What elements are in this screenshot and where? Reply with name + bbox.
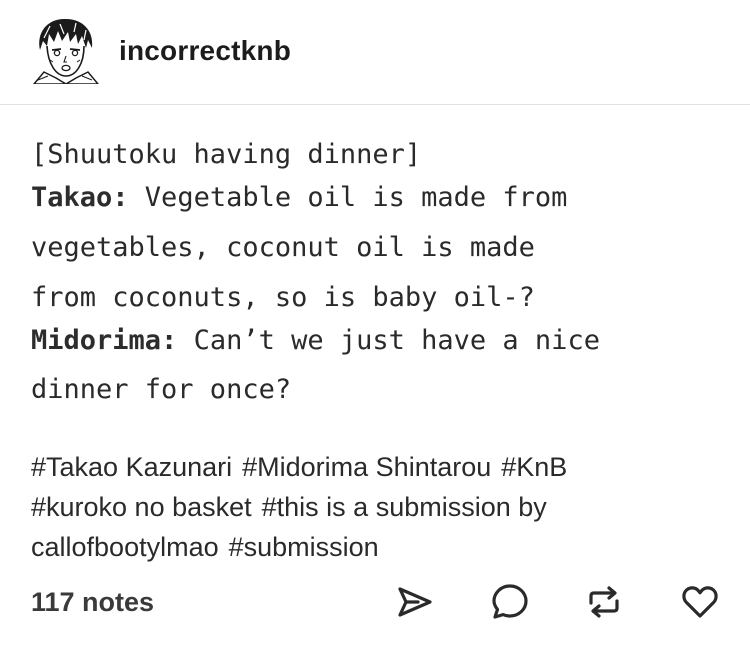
post-line: from coconuts, so is baby oil-? <box>31 281 535 315</box>
share-icon <box>398 587 432 617</box>
speaker-label: Takao: <box>31 182 129 213</box>
reblog-icon <box>589 586 619 618</box>
reply-button[interactable] <box>488 580 532 624</box>
manga-character-avatar-icon <box>30 14 100 84</box>
post-tags: #Takao Kazunari #Midorima Shintarou #KnB #… <box>31 447 731 567</box>
share-button[interactable] <box>392 580 436 624</box>
dialogue-text: [Shuutoku having dinner] <box>31 139 422 170</box>
speaker-label: Midorima: <box>31 325 178 356</box>
post-line: Midorima: Can’t we just have a nice <box>31 324 600 358</box>
post-line: Takao: Vegetable oil is made from <box>31 181 567 215</box>
tag-link[interactable]: #KnB <box>501 452 567 482</box>
tag-link[interactable]: #this is a submission by <box>262 492 547 522</box>
tag-row: #kuroko no basket #this is a submission b… <box>31 487 731 527</box>
tag-link[interactable]: #kuroko no basket <box>31 492 252 522</box>
like-icon <box>682 586 718 618</box>
tag-row: callofbootylmao #submission <box>31 527 731 567</box>
avatar[interactable] <box>30 14 100 84</box>
dialogue-text: Can’t we just have a nice <box>177 325 600 356</box>
dialogue-text: from coconuts, so is baby oil-? <box>31 282 535 313</box>
tag-link[interactable]: #submission <box>229 532 379 562</box>
dialogue-text: dinner for once? <box>31 374 292 405</box>
post-header: incorrectknb <box>0 0 750 105</box>
notes-count[interactable]: 117 notes <box>31 582 154 622</box>
dialogue-text: Vegetable oil is made from <box>128 182 568 213</box>
reblog-button[interactable] <box>582 580 626 624</box>
post-line: dinner for once? <box>31 373 291 407</box>
post-footer: 117 notes <box>0 575 750 630</box>
like-button[interactable] <box>678 580 722 624</box>
post-line: [Shuutoku having dinner] <box>31 138 421 172</box>
post-line: vegetables, coconut oil is made <box>31 231 535 265</box>
tag-link[interactable]: #Takao Kazunari <box>31 452 232 482</box>
reply-icon <box>492 584 528 619</box>
dialogue-text: vegetables, coconut oil is made <box>31 232 535 263</box>
tag-link[interactable]: #Midorima Shintarou <box>242 452 491 482</box>
tag-link[interactable]: callofbootylmao <box>31 532 219 562</box>
blog-name[interactable]: incorrectknb <box>119 33 291 69</box>
tag-row: #Takao Kazunari #Midorima Shintarou #KnB <box>31 447 731 487</box>
